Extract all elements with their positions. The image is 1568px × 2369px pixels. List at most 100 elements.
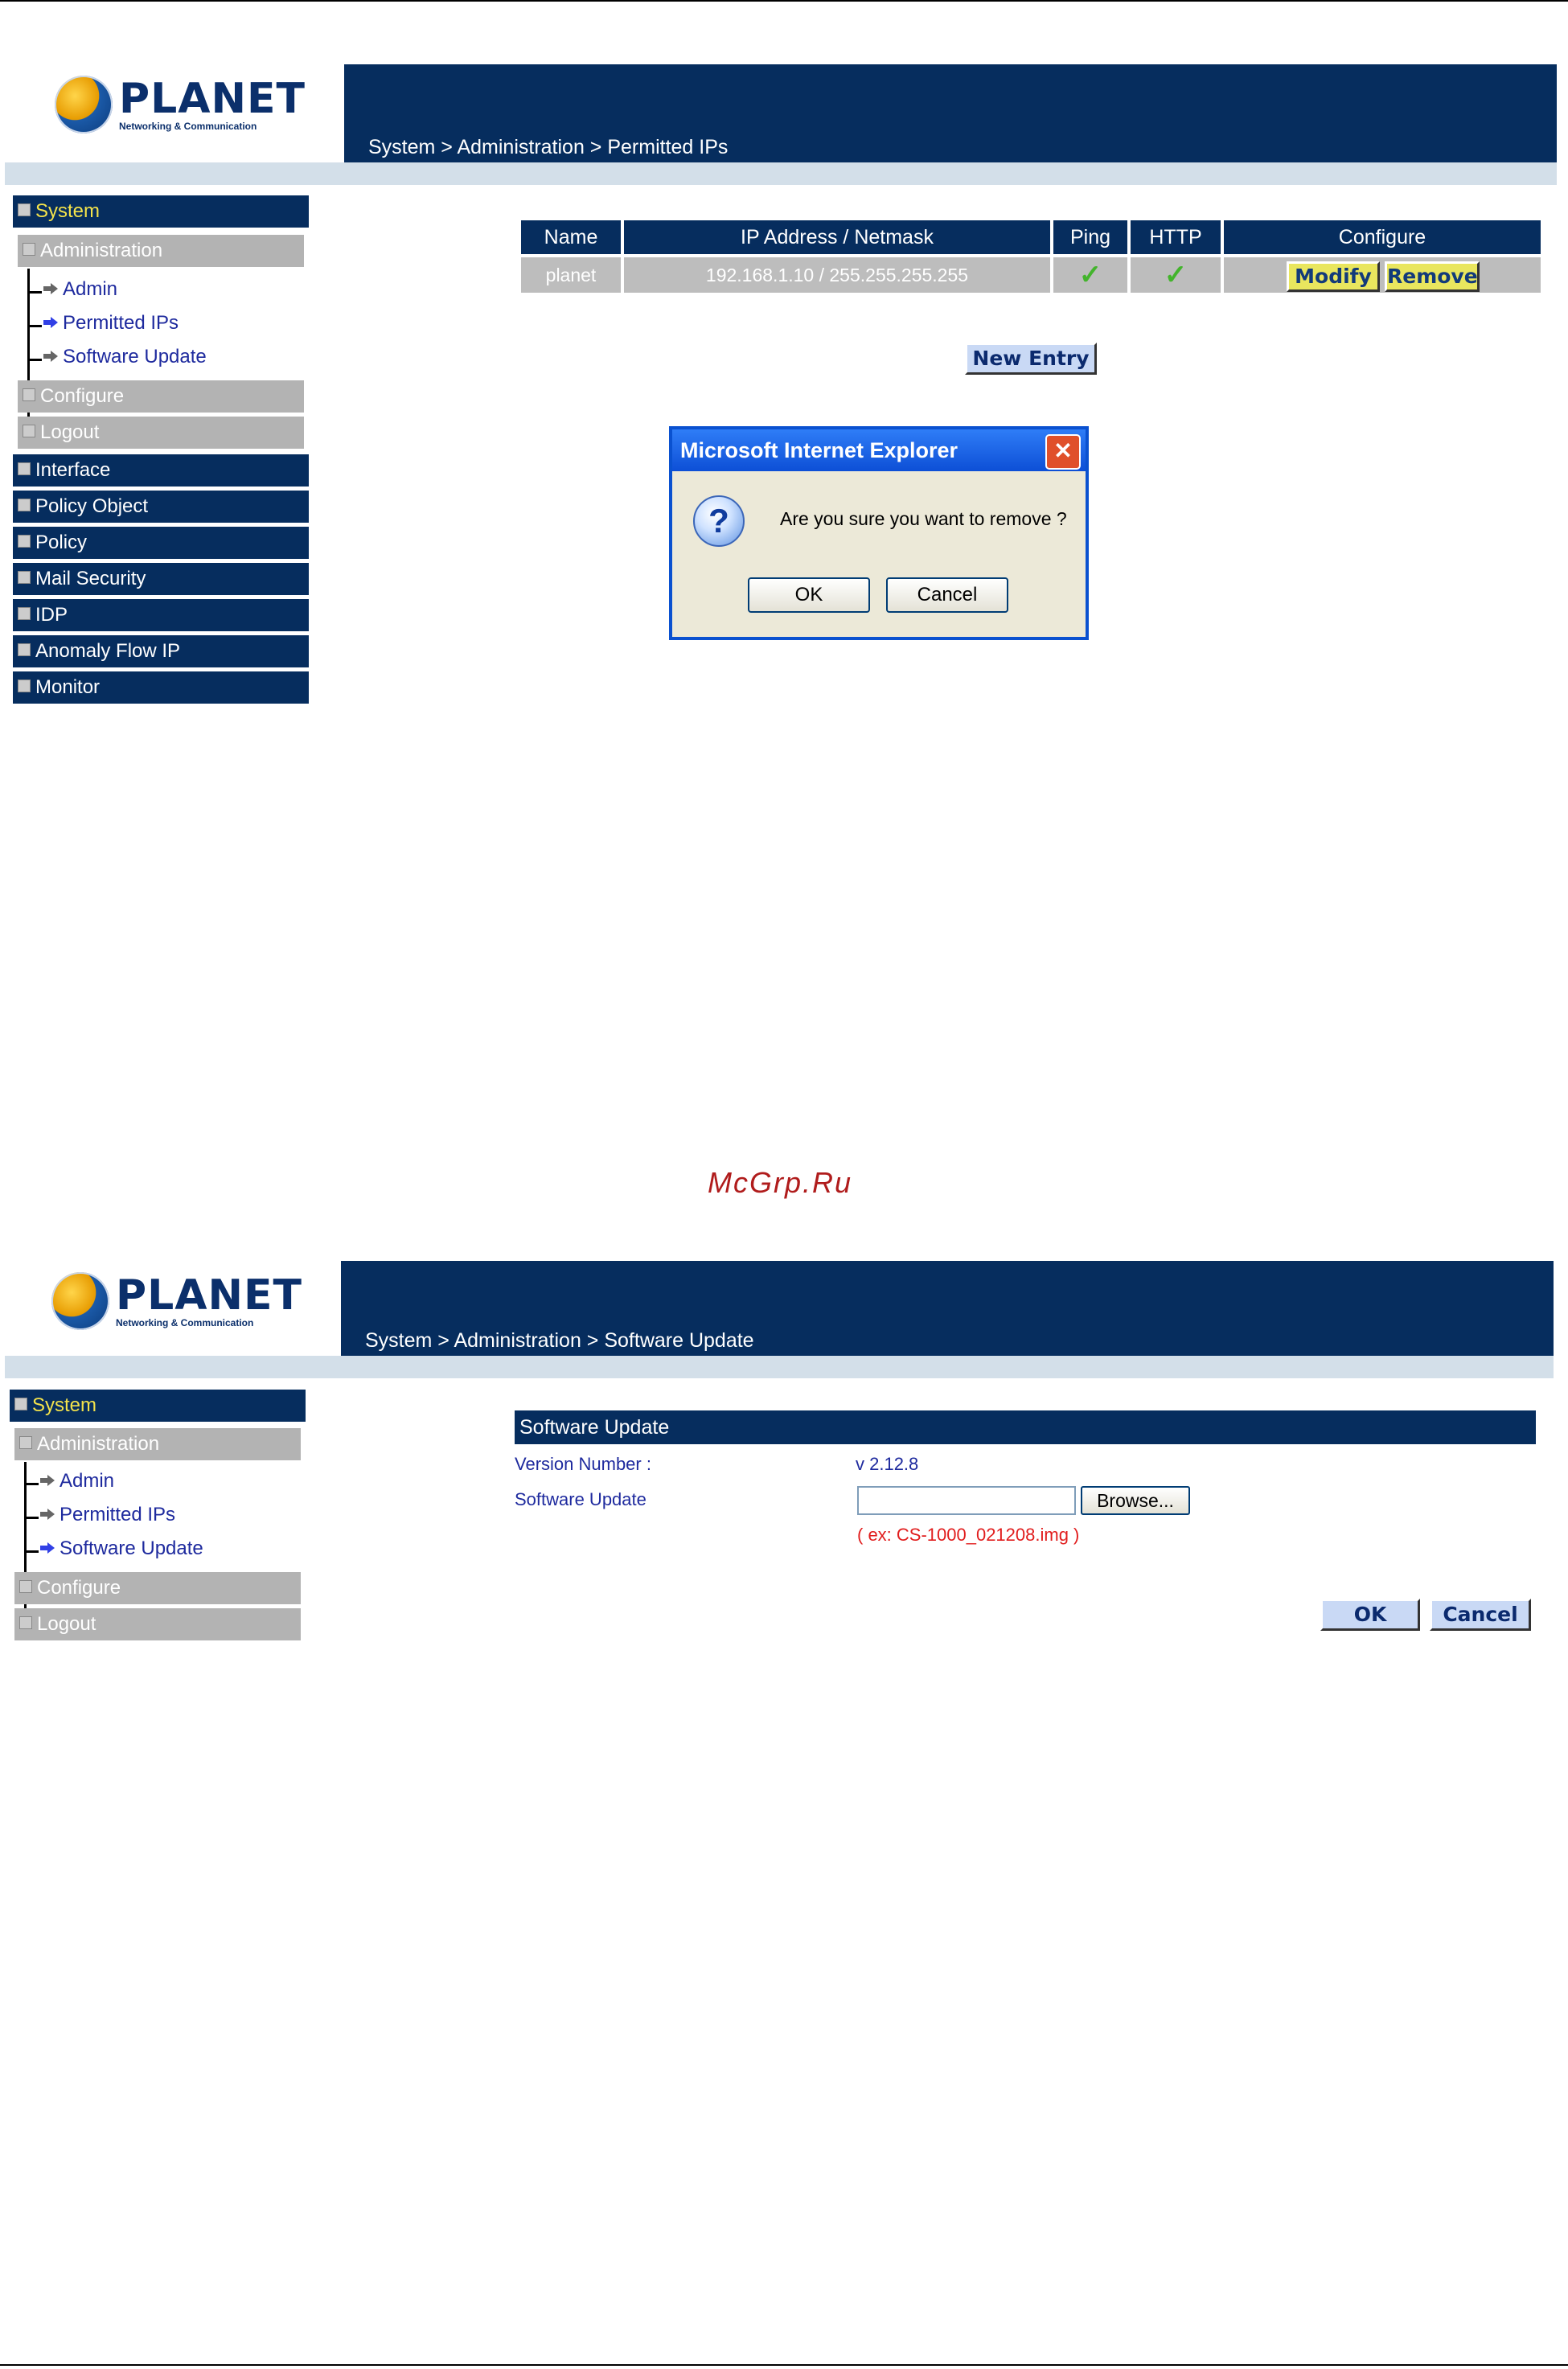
version-value: v 2.12.8 (856, 1454, 919, 1474)
header-bar: System > Administration > Permitted IPs (344, 64, 1557, 162)
arrow-icon (43, 317, 58, 328)
menu-system-label: System (32, 1394, 97, 1416)
sidebar-item-label: Admin (60, 1470, 115, 1492)
cell-ip: 192.168.1.10 / 255.255.255.255 (624, 257, 1050, 293)
sidebar-item-admin[interactable]: Admin (40, 1470, 114, 1492)
expand-icon (23, 388, 35, 401)
collapse-icon (14, 1397, 27, 1410)
menu-configure-label: Configure (37, 1577, 121, 1599)
dialog-title: Microsoft Internet Explorer (680, 438, 958, 462)
expand-icon (18, 570, 31, 584)
tree-branch (27, 291, 42, 294)
expand-icon (19, 1579, 32, 1593)
question-icon: ? (693, 495, 745, 547)
menu-mail-security[interactable]: Mail Security (13, 563, 309, 595)
expand-icon (18, 534, 31, 548)
header-bar: System > Administration > Software Updat… (341, 1261, 1554, 1356)
bottom-page-rule (0, 2364, 1568, 2366)
menu-logout-label: Logout (37, 1613, 96, 1635)
menu-policy[interactable]: Policy (13, 527, 309, 559)
screenshot-permitted-ips: PLANET Networking & Communication System… (0, 64, 1557, 708)
collapse-icon (23, 242, 35, 256)
dialog-cancel-button[interactable]: Cancel (886, 577, 1008, 613)
version-label: Version Number : (515, 1454, 651, 1474)
software-update-label: Software Update (515, 1489, 646, 1509)
col-header-configure: Configure (1224, 220, 1541, 254)
tree-branch (27, 325, 42, 327)
menu-logout[interactable]: Logout (18, 417, 304, 449)
arrow-icon (40, 1542, 55, 1554)
close-icon[interactable]: ✕ (1045, 434, 1081, 470)
screenshot-software-update: PLANET Networking & Communication System… (0, 1261, 1557, 1644)
watermark: McGrp.Ru (708, 1166, 853, 1199)
cancel-button[interactable]: Cancel (1430, 1599, 1531, 1631)
menu-administration-label: Administration (40, 240, 163, 261)
dialog-ok-button[interactable]: OK (748, 577, 870, 613)
sidebar-item-admin[interactable]: Admin (43, 278, 117, 301)
expand-icon (18, 679, 31, 692)
breadcrumb: System > Administration > Permitted IPs (368, 136, 729, 158)
remove-button[interactable]: Remove (1385, 261, 1480, 292)
header-strip (5, 1356, 1554, 1378)
menu-administration[interactable]: Administration (18, 235, 304, 267)
sidebar-item-label: Permitted IPs (60, 1504, 176, 1525)
brand-tagline: Networking & Communication (116, 1317, 254, 1328)
tree-branch (24, 1483, 39, 1485)
top-page-rule (0, 0, 1568, 2)
menu-logout-label: Logout (40, 421, 100, 443)
browse-button[interactable]: Browse... (1081, 1486, 1190, 1515)
menu-administration[interactable]: Administration (14, 1428, 301, 1460)
arrow-icon (40, 1475, 55, 1486)
file-example-note: ( ex: CS-1000_021208.img ) (857, 1525, 1080, 1545)
cell-http: ✓ (1131, 257, 1221, 293)
menu-idp[interactable]: IDP (13, 599, 309, 631)
check-icon: ✓ (1164, 260, 1188, 290)
expand-icon (18, 643, 31, 656)
sidebar-item-label: Permitted IPs (63, 312, 179, 334)
menu-system-label: System (35, 200, 101, 222)
new-entry-button[interactable]: New Entry (965, 343, 1097, 375)
cell-name: planet (521, 257, 621, 293)
panel-title: Software Update (515, 1410, 1536, 1444)
tree-branch (27, 359, 42, 361)
collapse-icon (19, 1435, 32, 1449)
file-path-input[interactable] (857, 1486, 1076, 1515)
col-header-ping: Ping (1053, 220, 1127, 254)
menu-anomaly-flow-ip[interactable]: Anomaly Flow IP (13, 635, 309, 667)
menu-label: Mail Security (35, 568, 146, 589)
menu-logout[interactable]: Logout (14, 1608, 301, 1640)
ok-button[interactable]: OK (1320, 1599, 1420, 1631)
dialog-message: Are you sure you want to remove ? (780, 508, 1067, 529)
menu-policy-object[interactable]: Policy Object (13, 491, 309, 523)
menu-label: Monitor (35, 676, 101, 698)
expand-icon (23, 424, 35, 437)
sidebar-item-permitted-ips[interactable]: Permitted IPs (43, 312, 179, 335)
tree-branch (24, 1517, 39, 1519)
menu-label: Policy Object (35, 495, 149, 517)
sidebar-item-software-update[interactable]: Software Update (43, 346, 207, 368)
expand-icon (19, 1616, 32, 1629)
arrow-icon (43, 283, 58, 294)
menu-configure-label: Configure (40, 385, 125, 407)
sidebar-item-software-update[interactable]: Software Update (40, 1538, 203, 1560)
sidebar-item-label: Software Update (60, 1538, 203, 1559)
menu-administration-label: Administration (37, 1433, 160, 1455)
brand-tagline: Networking & Communication (119, 121, 257, 132)
menu-configure[interactable]: Configure (18, 380, 304, 413)
dialog-titlebar: Microsoft Internet Explorer ✕ (672, 429, 1086, 471)
modify-button[interactable]: Modify (1287, 261, 1380, 292)
cell-configure (1224, 257, 1541, 293)
menu-monitor[interactable]: Monitor (13, 671, 309, 704)
collapse-icon (18, 203, 31, 216)
confirm-dialog: Microsoft Internet Explorer ✕ ? Are you … (669, 426, 1089, 640)
menu-system[interactable]: System (13, 195, 309, 228)
brand-name: PLANET (119, 75, 306, 123)
sidebar-item-label: Software Update (63, 346, 207, 367)
planet-logo: PLANET Networking & Communication (55, 76, 306, 133)
sidebar-item-permitted-ips[interactable]: Permitted IPs (40, 1504, 175, 1526)
menu-label: Interface (35, 459, 111, 481)
menu-system[interactable]: System (10, 1390, 306, 1422)
menu-configure[interactable]: Configure (14, 1572, 301, 1604)
menu-interface[interactable]: Interface (13, 454, 309, 487)
tree-branch (24, 1550, 39, 1553)
